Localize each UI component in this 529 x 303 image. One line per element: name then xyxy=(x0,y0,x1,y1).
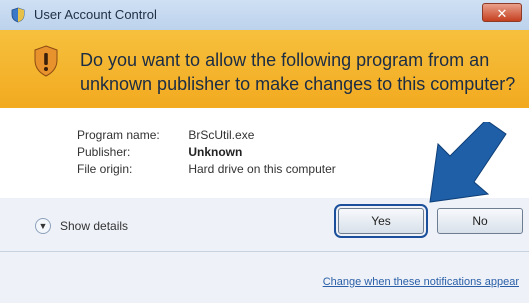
chevron-down-icon[interactable]: ▼ xyxy=(35,218,51,234)
program-name-label: Program name: xyxy=(77,128,160,142)
program-name-row: Program name: BrScUtil.exe xyxy=(77,128,254,142)
program-name-value: BrScUtil.exe xyxy=(188,128,255,142)
publisher-value: Unknown xyxy=(188,145,243,159)
uac-dialog: User Account Control ✕ Do you want to al… xyxy=(0,0,529,303)
publisher-label: Publisher: xyxy=(77,145,131,159)
warning-shield-icon xyxy=(34,45,58,77)
footer-divider xyxy=(0,251,529,252)
uac-shield-icon xyxy=(11,7,25,23)
title-bar: User Account Control ✕ xyxy=(0,0,529,31)
warning-message: Do you want to allow the following progr… xyxy=(80,50,516,94)
file-origin-label: File origin: xyxy=(77,162,133,176)
change-notifications-link[interactable]: Change when these notifications appear xyxy=(323,276,519,288)
pointer-arrow-icon xyxy=(429,122,507,203)
file-origin-row: File origin: Hard drive on this computer xyxy=(77,162,336,176)
close-button[interactable]: ✕ xyxy=(482,3,522,22)
warning-banner: Do you want to allow the following progr… xyxy=(0,30,529,108)
show-details-label[interactable]: Show details xyxy=(60,219,128,233)
window-title: User Account Control xyxy=(34,7,157,22)
publisher-row: Publisher: Unknown xyxy=(77,145,242,159)
file-origin-value: Hard drive on this computer xyxy=(188,162,336,176)
